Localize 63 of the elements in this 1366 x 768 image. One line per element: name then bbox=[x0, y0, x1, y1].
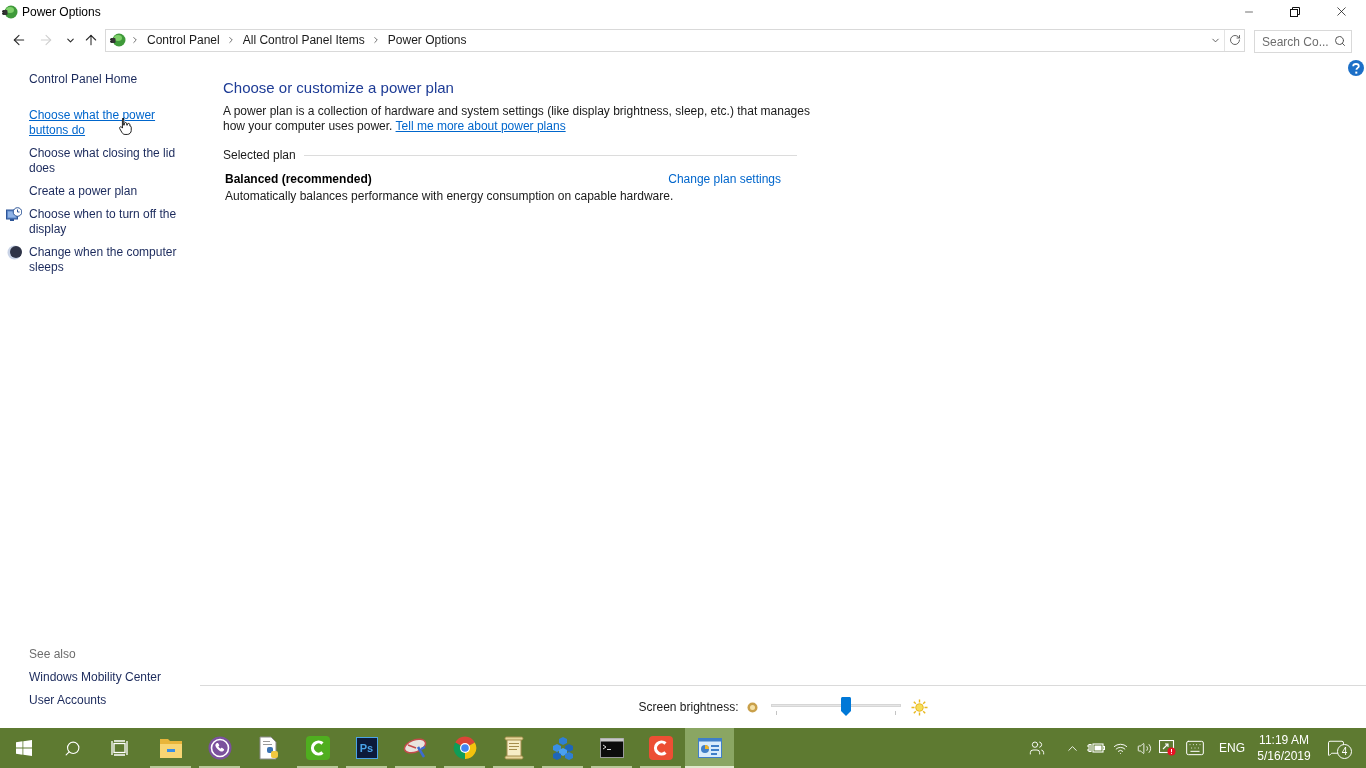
see-also-link[interactable]: User Accounts bbox=[29, 693, 107, 708]
breadcrumb-link[interactable]: Power Options bbox=[387, 32, 467, 48]
window-title: Power Options bbox=[22, 3, 101, 20]
brightness-label: Screen brightness: bbox=[638, 699, 739, 715]
phone-icon bbox=[207, 736, 232, 760]
sidebar-link[interactable]: Choose when to turn off the display bbox=[29, 207, 187, 237]
keyboard-icon bbox=[1185, 738, 1205, 758]
folder-icon bbox=[158, 737, 183, 759]
sidebar-link[interactable]: Change when the computer sleeps bbox=[29, 245, 187, 275]
plan-description: Automatically balances performance with energy consumption on capable hardware. bbox=[225, 189, 674, 204]
ps-logo: Ps bbox=[355, 737, 378, 759]
power-plug-icon bbox=[2, 3, 18, 20]
terminal-icon bbox=[599, 738, 624, 758]
cubes-icon bbox=[550, 736, 575, 760]
section-label: Selected plan bbox=[223, 148, 296, 163]
sun-icon bbox=[910, 698, 928, 716]
dish-icon bbox=[402, 737, 429, 759]
moon-icon bbox=[6, 245, 22, 260]
see-also-heading: See also bbox=[29, 647, 76, 662]
monitor-clock-icon bbox=[6, 207, 22, 222]
battery-plug-icon bbox=[1087, 742, 1105, 754]
breadcrumb-link[interactable]: Control Panel bbox=[147, 32, 220, 48]
task-view-icon bbox=[111, 740, 129, 756]
taskbar-app-button[interactable]: Ps bbox=[342, 728, 391, 768]
power-plans-link[interactable]: Tell me more about power plans bbox=[395, 119, 566, 133]
wifi-icon bbox=[1113, 740, 1128, 756]
device-warning-icon bbox=[1159, 740, 1176, 756]
breadcrumb-link[interactable]: All Control Panel Items bbox=[242, 32, 365, 48]
scroll-icon bbox=[503, 736, 524, 760]
intro-text: A power plan is a collection of hardware and system settings (like display brightness, sleep, etc.) that manages how your computer uses power. Tell me more about power plans bbox=[223, 104, 811, 134]
plan-name: Balanced (recommended) bbox=[225, 172, 372, 187]
help-button[interactable] bbox=[1348, 60, 1364, 76]
slider-thumb[interactable] bbox=[841, 697, 852, 716]
browser-icon bbox=[452, 736, 477, 760]
power-plug-icon bbox=[110, 32, 126, 48]
notification-icon bbox=[1327, 739, 1345, 757]
language-button[interactable]: ENG bbox=[1214, 728, 1250, 768]
start-icon bbox=[16, 740, 32, 756]
sidebar-link[interactable]: Choose what closing the lid does bbox=[29, 146, 187, 176]
action-center-button[interactable]: 4 bbox=[1316, 728, 1356, 768]
script-file-icon bbox=[257, 736, 280, 760]
notification-badge: 4 bbox=[1337, 744, 1352, 759]
search-field[interactable]: Search Co... bbox=[1254, 30, 1352, 53]
dim-sun-icon bbox=[746, 701, 758, 713]
control-panel-home-link[interactable]: Control Panel Home bbox=[29, 72, 138, 87]
help-icon bbox=[1352, 62, 1360, 74]
see-also-link[interactable]: Windows Mobility Center bbox=[29, 670, 162, 685]
refresh-icon bbox=[1228, 34, 1241, 46]
page-heading: Choose or customize a power plan bbox=[223, 78, 454, 98]
sidebar-link[interactable]: Choose what the power buttons do bbox=[29, 108, 187, 138]
search-icon bbox=[63, 739, 81, 757]
search-icon bbox=[1334, 34, 1346, 47]
restore-icon bbox=[1290, 6, 1300, 17]
chevron-right-icon bbox=[130, 35, 140, 45]
change-plan-settings-link[interactable]: Change plan settings bbox=[668, 172, 781, 187]
clock-button[interactable]: 11:19 AM 5/16/2019 bbox=[1252, 728, 1316, 768]
people-icon bbox=[1029, 740, 1045, 756]
c-logo-icon bbox=[305, 736, 330, 760]
window-chart-icon bbox=[697, 738, 722, 758]
c-logo-icon bbox=[648, 736, 673, 760]
volume-icon bbox=[1136, 740, 1152, 756]
brightness-slider[interactable] bbox=[770, 696, 901, 718]
sidebar-link[interactable]: Create a power plan bbox=[29, 184, 187, 199]
